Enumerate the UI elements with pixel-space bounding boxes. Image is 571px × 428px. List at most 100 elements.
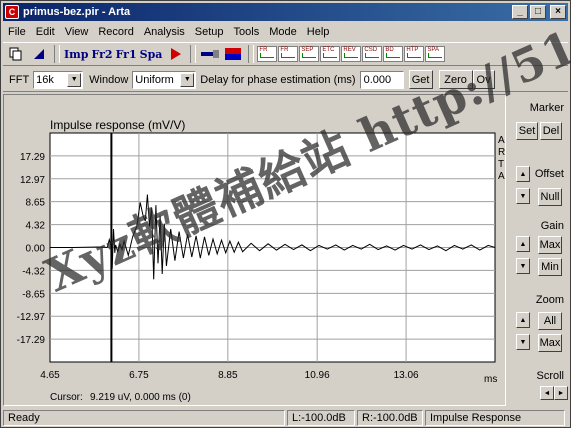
gain-down-arrow-icon[interactable]: ▼ [516,258,530,274]
menu-tools[interactable]: Tools [229,26,265,38]
chart-title: Impulse response (mV/V) [50,118,185,132]
x-tick-label: 8.85 [218,370,238,381]
toolbar-separator [54,45,60,63]
arta-window: C primus-bez.pir - Arta _ □ × File Edit … [0,0,571,428]
menu-setup[interactable]: Setup [190,26,229,38]
toolbar-separator [248,45,255,63]
y-tick-label: 8.65 [26,198,46,209]
get-button[interactable]: Get [408,70,433,89]
arta-letter: T [498,159,504,170]
fft-size-value: 16k [36,73,54,86]
menu-help[interactable]: Help [302,26,335,38]
status-mode: Impulse Response [425,410,565,426]
x-tick-label: 10.96 [305,370,330,381]
x-tick-label: 13.06 [394,370,419,381]
sep-graph-icon[interactable]: SEP [299,46,320,62]
gain-up-arrow-icon[interactable]: ▲ [516,236,530,252]
chevron-down-icon[interactable]: ▼ [180,72,195,87]
copy-icon[interactable] [5,44,27,64]
y-tick-label: -8.65 [22,289,45,300]
right-control-panel: Marker Set Del ▲ Offset ▼ Null Gain ▲ Ma… [508,94,568,406]
generator-icon[interactable] [222,44,244,64]
delay-input[interactable]: 0.000 [359,70,404,89]
htp-graph-icon[interactable]: HTP [404,46,425,62]
zoom-max-button[interactable]: Max [538,334,562,352]
gain-label: Gain [540,220,564,232]
menu-edit[interactable]: Edit [31,26,60,38]
arta-letter: A [498,135,505,146]
arta-letter: A [498,171,505,182]
cursor-icon[interactable] [28,44,50,64]
csd-graph-icon[interactable]: CSD [362,46,383,62]
y-tick-label: -17.29 [17,335,46,346]
bd-graph-icon[interactable]: BD [383,46,404,62]
overlay-button[interactable]: Ov [472,70,495,89]
maximize-button[interactable]: □ [530,5,546,19]
y-tick-label: -12.97 [17,312,46,323]
offset-down-arrow-icon[interactable]: ▼ [516,188,530,204]
window-type-select[interactable]: Uniform ▼ [132,70,197,89]
play-record-icon[interactable] [164,44,186,64]
arta-app-icon[interactable]: C [5,5,19,19]
spa-graph-icon[interactable]: SPA [425,46,446,62]
zoom-all-button[interactable]: All [538,312,562,330]
fft-size-select[interactable]: 16k ▼ [33,70,84,89]
marker-delete-button[interactable]: Del [540,122,562,140]
delay-label: Delay for phase estimation (ms) [200,73,356,86]
zoom-out-arrow-icon[interactable]: ▼ [516,334,530,350]
menu-mode[interactable]: Mode [264,26,302,38]
impulse-response-chart[interactable]: Impulse response (mV/V) 17.29 12.97 8.65 4.… [4,95,505,405]
toolbar: Imp Fr2 Fr1 Spa FR FR SEP ETC REV CSD BD… [3,42,568,66]
cursor-readout: 9.219 uV, 0.000 ms (0) [90,392,191,403]
toolbar-separator [190,45,197,63]
arta-letter: R [498,147,505,158]
spectrum-mode-button[interactable]: Spa [139,44,164,64]
gain-min-button[interactable]: Min [538,258,562,276]
x-tick-label: 6.75 [129,370,149,381]
y-tick-label: 17.29 [20,152,45,163]
menu-file[interactable]: File [3,26,31,38]
zoom-in-arrow-icon[interactable]: ▲ [516,312,530,328]
offset-null-button[interactable]: Null [538,188,562,206]
window-label: Window [89,73,129,86]
single-channel-fr-button[interactable]: Fr1 [115,44,138,64]
scroll-left-arrow-icon[interactable]: ◄ [540,386,554,400]
minimize-button[interactable]: _ [512,5,528,19]
impulse-plot-panel[interactable]: Impulse response (mV/V) 17.29 12.97 8.65 4.… [3,0,571,406]
marker-set-button[interactable]: Set [516,122,538,140]
fr2-graph-icon[interactable]: FR [278,46,299,62]
status-ready: Ready [3,410,285,426]
probe-icon[interactable] [199,44,221,64]
y-tick-label: -4.32 [22,266,45,277]
marker-label: Marker [529,102,564,114]
scroll-label: Scroll [536,370,564,382]
cursor-label: Cursor: [50,392,83,403]
close-button[interactable]: × [550,5,566,19]
dual-channel-fr-button[interactable]: Fr2 [90,44,113,64]
window-type-value: Uniform [135,73,174,86]
x-axis-unit: ms [484,374,497,385]
menu-analysis[interactable]: Analysis [139,26,190,38]
status-left-level: L:-100.0dB [287,410,355,426]
chevron-down-icon[interactable]: ▼ [67,72,82,87]
offset-up-arrow-icon[interactable]: ▲ [516,166,530,182]
y-tick-label: 4.32 [26,221,46,232]
y-tick-label: 12.97 [20,175,45,186]
rev-graph-icon[interactable]: REV [341,46,362,62]
status-right-level: R:-100.0dB [357,410,423,426]
gain-max-button[interactable]: Max [538,236,562,254]
impulse-mode-button[interactable]: Imp [63,44,89,64]
offset-label: Offset [534,168,564,180]
analysis-options-row: FFT 16k ▼ Window Uniform ▼ Delay for pha… [3,68,568,92]
fft-label: FFT [9,73,30,86]
zero-button[interactable]: Zero [438,70,473,89]
etc-graph-icon[interactable]: ETC [320,46,341,62]
menu-record[interactable]: Record [93,26,138,38]
window-title: primus-bez.pir - Arta [23,6,131,18]
menu-bar: File Edit View Record Analysis Setup Too… [3,22,568,41]
scroll-right-arrow-icon[interactable]: ► [554,386,568,400]
title-bar[interactable]: C primus-bez.pir - Arta _ □ × [3,3,568,21]
menu-view[interactable]: View [60,26,94,38]
fr-graph-icon[interactable]: FR [257,46,278,62]
zoom-label: Zoom [535,294,564,306]
